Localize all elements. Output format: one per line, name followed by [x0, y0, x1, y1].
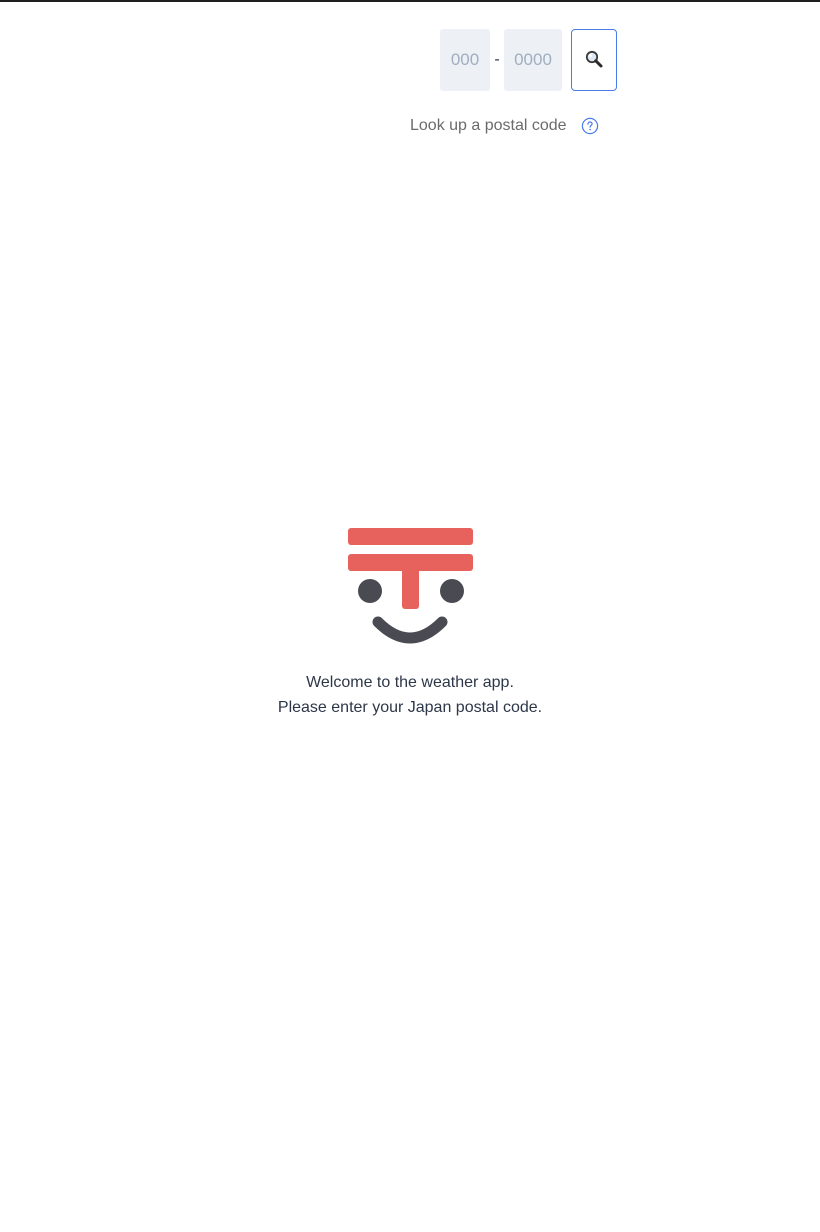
postal-code-second-input[interactable] — [504, 29, 562, 91]
top-divider — [0, 0, 820, 2]
welcome-message: Welcome to the weather app. Please enter… — [0, 670, 820, 720]
postal-lookup-row: Look up a postal code — [410, 116, 599, 136]
postal-code-separator: - — [494, 51, 500, 68]
welcome-line-1: Welcome to the weather app. — [306, 674, 514, 691]
postal-code-first-input[interactable] — [440, 29, 490, 91]
postal-mark-face-icon — [346, 526, 476, 644]
postal-code-form: - — [440, 29, 617, 91]
welcome-line-2: Please enter your Japan postal code. — [277, 699, 543, 716]
lookup-postal-code-link[interactable]: Look up a postal code — [410, 117, 567, 135]
search-button[interactable] — [571, 29, 617, 91]
help-icon[interactable] — [581, 117, 599, 135]
search-icon — [584, 49, 604, 72]
